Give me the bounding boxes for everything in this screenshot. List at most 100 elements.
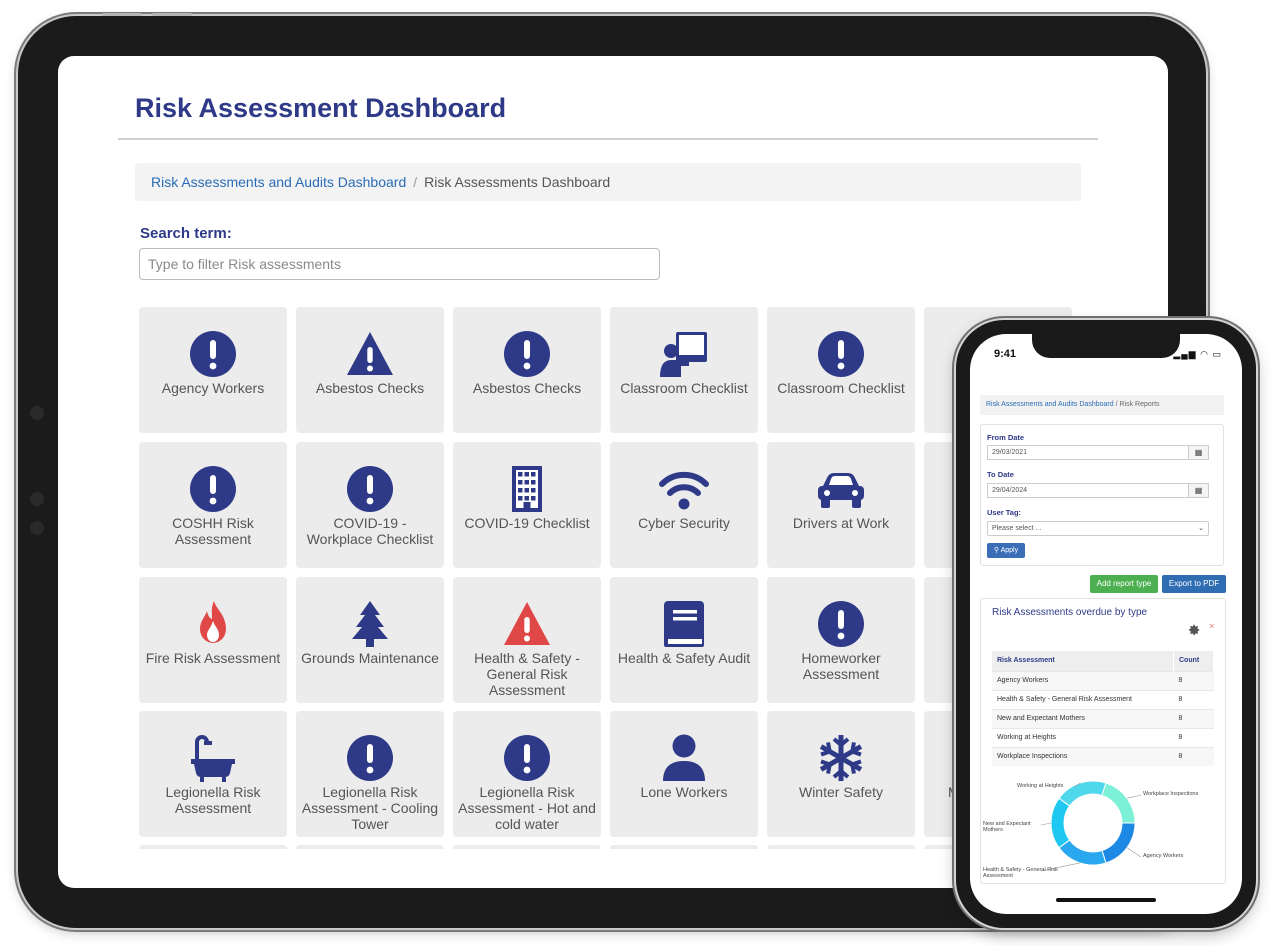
donut-slice[interactable] [1050, 797, 1071, 849]
risk-tile-next-row [767, 845, 915, 849]
risk-tile-label: Legionella Risk Assessment [165, 784, 261, 816]
exclamation-circle-icon [504, 331, 550, 377]
calendar-icon[interactable]: ▦ [1188, 484, 1208, 497]
risk-tile[interactable]: Asbestos Checks [453, 307, 601, 433]
risk-tile-label: Legionella Risk Assessment - Cooling Tow… [301, 784, 439, 832]
risk-assessment-cell: Working at Heights [992, 727, 1174, 747]
tree-icon [352, 601, 388, 647]
tablet-sensor-dot [30, 492, 44, 506]
risk-tile-label: Winter Safety [798, 784, 884, 800]
panel-title: Risk Assessments overdue by type [992, 607, 1148, 618]
risk-assessment-cell: Workplace Inspections [992, 746, 1174, 766]
exclamation-circle-icon [190, 331, 236, 377]
home-indicator [1056, 898, 1156, 902]
count-cell: 8 [1173, 746, 1214, 766]
exclamation-circle-icon [504, 735, 550, 781]
page-title: Risk Assessment Dashboard [135, 93, 507, 123]
to-date-label: To Date [987, 470, 1014, 479]
from-date-value: 29/03/2021 [992, 449, 1028, 456]
count-cell: 8 [1173, 670, 1214, 690]
donut-callout-line [1126, 794, 1142, 799]
wifi-status-icon: ◠ [1200, 349, 1209, 359]
building-icon [512, 466, 542, 512]
breadcrumb-link-dashboard[interactable]: Risk Assessments and Audits Dashboard [151, 174, 406, 190]
risk-tile[interactable]: Lone Workers [610, 711, 758, 837]
user-tag-select[interactable]: Please select ... ⌄ [987, 521, 1209, 536]
close-icon[interactable]: × [1209, 621, 1214, 631]
risk-tile[interactable]: Health & Safety - General Risk Assessmen… [453, 577, 601, 703]
risk-tile-label: Fire Risk Assessment [145, 650, 281, 666]
column-header-count[interactable]: Count [1173, 651, 1214, 671]
overdue-donut-chart: Agency Workers Health & Safety - General … [983, 780, 1198, 879]
breadcrumb-separator: / [413, 174, 418, 190]
risk-tile[interactable]: Cyber Security [610, 442, 758, 568]
risk-tile[interactable]: COSHH Risk Assessment [139, 442, 287, 568]
risk-assessment-cell: Agency Workers [992, 670, 1174, 690]
risk-tile[interactable]: Homeworker Assessment [767, 577, 915, 703]
risk-tile-next-row [453, 845, 601, 849]
risk-tile[interactable]: Legionella Risk Assessment [139, 711, 287, 837]
count-cell: 8 [1173, 689, 1214, 709]
risk-tile[interactable]: Winter Safety [767, 711, 915, 837]
table-row[interactable]: Health & Safety - General Risk Assessmen… [992, 689, 1214, 709]
risk-tile[interactable]: Drivers at Work [767, 442, 915, 568]
table-row[interactable]: Agency Workers 8 [992, 670, 1214, 690]
risk-tile-label: Lone Workers [640, 784, 728, 800]
table-header-row: Risk Assessment Count [992, 651, 1214, 671]
phone-notch [1032, 334, 1180, 358]
phone-breadcrumb: Risk Assessments and Audits Dashboard / … [980, 395, 1224, 415]
donut-callout-line [1040, 822, 1052, 826]
risk-tile-label: Asbestos Checks [472, 380, 582, 396]
risk-tile[interactable]: Health & Safety Audit [610, 577, 758, 703]
donut-slice[interactable] [1101, 822, 1136, 864]
risk-tile[interactable]: Asbestos Checks [296, 307, 444, 433]
warning-triangle-icon [347, 332, 393, 375]
phone-screen: 9:41 ▂▄▆ ◠ ▭ Risk Assessments and Audits… [970, 334, 1242, 914]
from-date-field[interactable]: 29/03/2021 ▦ [987, 445, 1209, 460]
table-row[interactable]: New and Expectant Mothers 8 [992, 708, 1214, 728]
phone-breadcrumb-link[interactable]: Risk Assessments and Audits Dashboard [986, 401, 1114, 408]
risk-tile[interactable]: COVID-19 - Workplace Checklist [296, 442, 444, 568]
risk-tile[interactable]: Grounds Maintenance [296, 577, 444, 703]
add-report-type-button[interactable]: Add report type [1090, 575, 1158, 593]
phone-breadcrumb-separator: / [1115, 401, 1118, 408]
donut-label: Working at Heights [1017, 783, 1064, 789]
table-body: Agency Workers 8 Health & Safety - General… [992, 670, 1214, 766]
apply-button[interactable]: ⚲ Apply [987, 543, 1025, 558]
risk-tile[interactable]: Fire Risk Assessment [139, 577, 287, 703]
gear-icon[interactable] [1187, 623, 1201, 637]
chevron-down-icon: ⌄ [1198, 525, 1204, 532]
count-cell: 8 [1173, 708, 1214, 728]
risk-tile-label: Homeworker Assessment [801, 650, 881, 682]
donut-label: Agency Workers [1143, 853, 1183, 859]
risk-tile[interactable]: Classroom Checklist [610, 307, 758, 433]
overdue-table: Risk Assessment Count Agency Workers 8 Hea… [992, 651, 1214, 766]
risk-tile[interactable]: Legionella Risk Assessment - Hot and col… [453, 711, 601, 837]
export-pdf-button[interactable]: Export to PDF [1162, 575, 1226, 593]
risk-tile-label: COVID-19 - Workplace Checklist [306, 515, 434, 547]
donut-slice[interactable] [1058, 780, 1107, 807]
calendar-icon[interactable]: ▦ [1188, 446, 1208, 459]
to-date-field[interactable]: 29/04/2024 ▦ [987, 483, 1209, 498]
donut-slice[interactable] [1058, 839, 1107, 866]
report-filter-form: From Date 29/03/2021 ▦ To Date 29/04/202… [980, 424, 1224, 566]
risk-tile-label: Legionella Risk Assessment - Hot and col… [458, 784, 596, 832]
overdue-report-panel: Risk Assessments overdue by type × Risk … [980, 598, 1226, 884]
donut-label: Workplace Inspections [1143, 791, 1198, 797]
exclamation-circle-icon [190, 466, 236, 512]
from-date-label: From Date [987, 433, 1025, 442]
column-header-risk-assessment[interactable]: Risk Assessment [992, 651, 1174, 671]
user-icon [663, 734, 705, 781]
status-icons: ▂▄▆ ◠ ▭ [1173, 349, 1222, 360]
phone-breadcrumb-current: Risk Reports [1119, 401, 1160, 408]
risk-tile[interactable]: Agency Workers [139, 307, 287, 433]
table-row[interactable]: Working at Heights 8 [992, 727, 1214, 747]
search-input[interactable] [139, 248, 660, 280]
risk-tile[interactable]: Classroom Checklist [767, 307, 915, 433]
risk-tile[interactable]: Legionella Risk Assessment - Cooling Tow… [296, 711, 444, 837]
donut-label: New and Expectant Mothers [983, 821, 1031, 833]
signal-icon: ▂▄▆ [1173, 349, 1197, 359]
donut-slice[interactable] [1101, 782, 1136, 824]
risk-tile[interactable]: COVID-19 Checklist [453, 442, 601, 568]
table-row[interactable]: Workplace Inspections 8 [992, 746, 1214, 766]
